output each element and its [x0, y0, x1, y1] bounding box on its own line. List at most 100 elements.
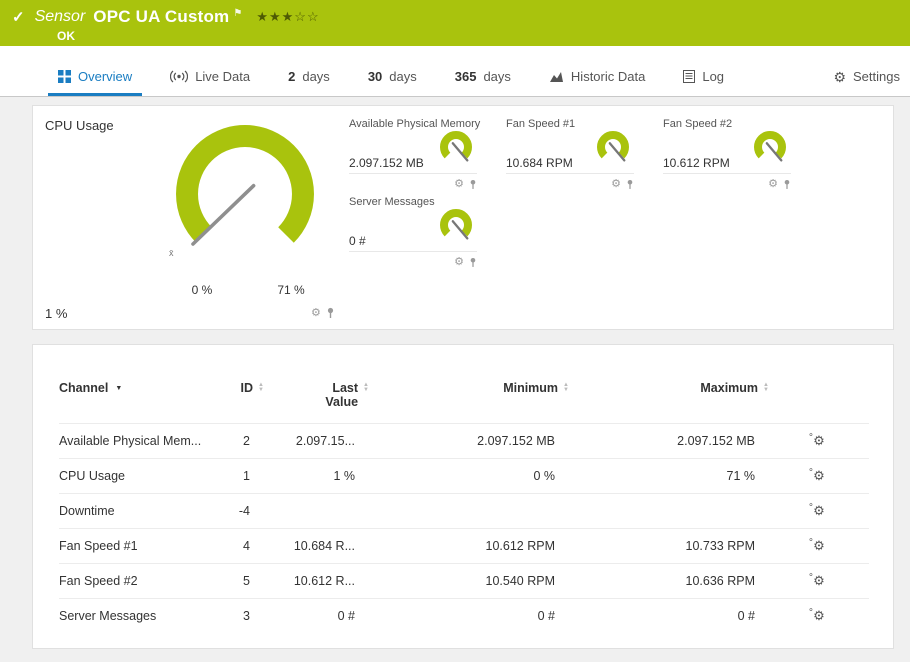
channel-id: 4: [209, 528, 264, 564]
tab-label: Settings: [853, 69, 900, 84]
channel-last-value: 2.097.15...: [264, 423, 369, 459]
tab-overview[interactable]: Overview: [48, 69, 143, 96]
sort-icon[interactable]: ▲ ▼: [563, 382, 569, 393]
channel-last-value: 10.684 R...: [264, 528, 369, 564]
table-row: Available Physical Mem... 2 2.097.15... …: [59, 423, 869, 459]
channel-settings-icon[interactable]: ⚙: [813, 608, 825, 623]
channel-settings-icon[interactable]: ⚙: [813, 573, 825, 588]
tab-settings[interactable]: ⚙ Settings: [823, 69, 910, 96]
channels-table: Channel ▼ ID ▲ ▼ Last Value ▲ ▼ Minimum …: [59, 375, 869, 633]
channel-id: 2: [209, 423, 264, 459]
gauge-action-icons: ⚙: [611, 179, 634, 190]
settings-gear-icon: ⚙: [833, 68, 847, 85]
table-row: Fan Speed #2 5 10.612 R... 10.540 RPM 10…: [59, 563, 869, 599]
gauge-title: CPU Usage: [45, 118, 114, 133]
tab-label: days: [302, 69, 330, 84]
channel-maximum: 0 #: [569, 598, 769, 633]
divider: [349, 173, 477, 174]
channel-last-value: 1 %: [264, 458, 369, 494]
gauge-settings-icon[interactable]: ⚙: [454, 257, 464, 268]
pin-icon[interactable]: [469, 179, 477, 190]
channel-settings-icon[interactable]: ⚙: [813, 433, 825, 448]
tab-number: 30: [367, 69, 383, 84]
tab-365-days[interactable]: 365 days: [445, 69, 521, 96]
divider: [663, 173, 791, 174]
table-header-row: Channel ▼ ID ▲ ▼ Last Value ▲ ▼ Minimum …: [59, 375, 869, 424]
tab-historic-data[interactable]: Historic Data: [539, 69, 655, 96]
tab-30-days[interactable]: 30 days: [358, 69, 427, 96]
pin-icon[interactable]: [326, 307, 335, 319]
tab-live-data[interactable]: Live Data: [160, 69, 260, 96]
priority-flag-icon: ⚑: [233, 7, 243, 19]
sensor-header: ✓ Sensor OPC UA Custom ⚑ ★★★☆☆ OK: [0, 0, 910, 46]
gauge-action-icons: ⚙: [454, 257, 477, 268]
gauge-settings-icon[interactable]: ⚙: [454, 179, 464, 190]
priority-stars[interactable]: ★★★☆☆: [256, 9, 319, 25]
channel-settings-icon[interactable]: ⚙: [813, 538, 825, 553]
status-badge: OK: [57, 29, 75, 43]
mini-gauge-fan-speed-2: Fan Speed #2 10.612 RPM ⚙: [663, 118, 815, 196]
gauge-average-marker: x̄: [169, 248, 174, 258]
gauge-scale-max: 71 %: [277, 283, 305, 297]
column-header-id[interactable]: ID ▲ ▼: [209, 375, 264, 424]
tab-label: Historic Data: [570, 69, 646, 84]
gauge-settings-icon[interactable]: ⚙: [611, 179, 621, 190]
cpu-usage-gauge-block: CPU Usage x̄ 0 % 71 % 1 % ⚙: [33, 106, 333, 329]
channel-id: -4: [209, 493, 264, 529]
pin-icon[interactable]: [626, 179, 634, 190]
tab-label: days: [389, 69, 417, 84]
gauge-current-value: 1 %: [45, 306, 68, 321]
channel-maximum: 10.636 RPM: [569, 563, 769, 599]
channel-name[interactable]: Server Messages: [59, 598, 209, 633]
sort-icon[interactable]: ▲ ▼: [763, 382, 769, 393]
channel-name[interactable]: Fan Speed #2: [59, 563, 209, 599]
mini-gauge: [440, 209, 472, 240]
tab-label: days: [483, 69, 511, 84]
sort-icon[interactable]: ▲ ▼: [363, 382, 369, 393]
channel-name[interactable]: Available Physical Mem...: [59, 423, 209, 459]
channel-last-value: 10.612 R...: [264, 563, 369, 599]
table-row: CPU Usage 1 1 % 0 % 71 % ⚙: [59, 458, 869, 494]
sort-icon[interactable]: ▲ ▼: [258, 382, 264, 393]
column-header-maximum[interactable]: Maximum ▲ ▼: [569, 375, 769, 424]
tab-label: Log: [702, 69, 725, 84]
log-icon: [683, 70, 696, 83]
column-label: Maximum: [700, 381, 759, 395]
gauge-action-icons: ⚙: [768, 179, 791, 190]
channel-name[interactable]: Downtime: [59, 493, 209, 529]
historic-data-icon: [549, 71, 563, 82]
channel-settings-icon[interactable]: ⚙: [813, 503, 825, 518]
column-header-minimum[interactable]: Minimum ▲ ▼: [369, 375, 569, 424]
mini-gauge: [440, 131, 472, 162]
tab-label: Overview: [78, 69, 133, 84]
column-label: Last Value: [325, 381, 359, 409]
tab-2-days[interactable]: 2 days: [278, 69, 340, 96]
tab-bar: Overview Live Data 2 days 30 days 365 da…: [0, 46, 910, 97]
channel-minimum: 10.612 RPM: [369, 528, 569, 564]
channel-name[interactable]: CPU Usage: [59, 458, 209, 494]
pin-icon[interactable]: [469, 257, 477, 268]
channel-settings-icon[interactable]: ⚙: [813, 468, 825, 483]
sensor-title: OPC UA Custom: [93, 7, 230, 26]
channel-name[interactable]: Fan Speed #1: [59, 528, 209, 564]
mini-gauge: [754, 131, 786, 162]
table-row: Fan Speed #1 4 10.684 R... 10.612 RPM 10…: [59, 528, 869, 564]
pin-icon[interactable]: [783, 179, 791, 190]
mini-gauge: [597, 131, 629, 162]
tab-log[interactable]: Log: [673, 69, 734, 96]
caret-down-icon: ▼: [115, 384, 123, 392]
channel-minimum: 0 #: [369, 598, 569, 633]
tab-label: Live Data: [195, 69, 251, 84]
gauge-scale-min: 0 %: [192, 283, 213, 297]
column-header-last-value[interactable]: Last Value ▲ ▼: [264, 375, 369, 424]
divider: [349, 251, 477, 252]
status-check-icon: ✓: [12, 9, 25, 26]
channel-maximum: [569, 493, 769, 529]
gauge-settings-icon[interactable]: ⚙: [311, 307, 321, 319]
channel-id: 3: [209, 598, 264, 633]
column-header-channel[interactable]: Channel ▼: [59, 375, 209, 424]
gauge-settings-icon[interactable]: ⚙: [768, 179, 778, 190]
gauge-action-icons: ⚙: [454, 179, 477, 190]
object-kind-label: Sensor: [34, 8, 86, 25]
channel-maximum: 2.097.152 MB: [569, 423, 769, 459]
